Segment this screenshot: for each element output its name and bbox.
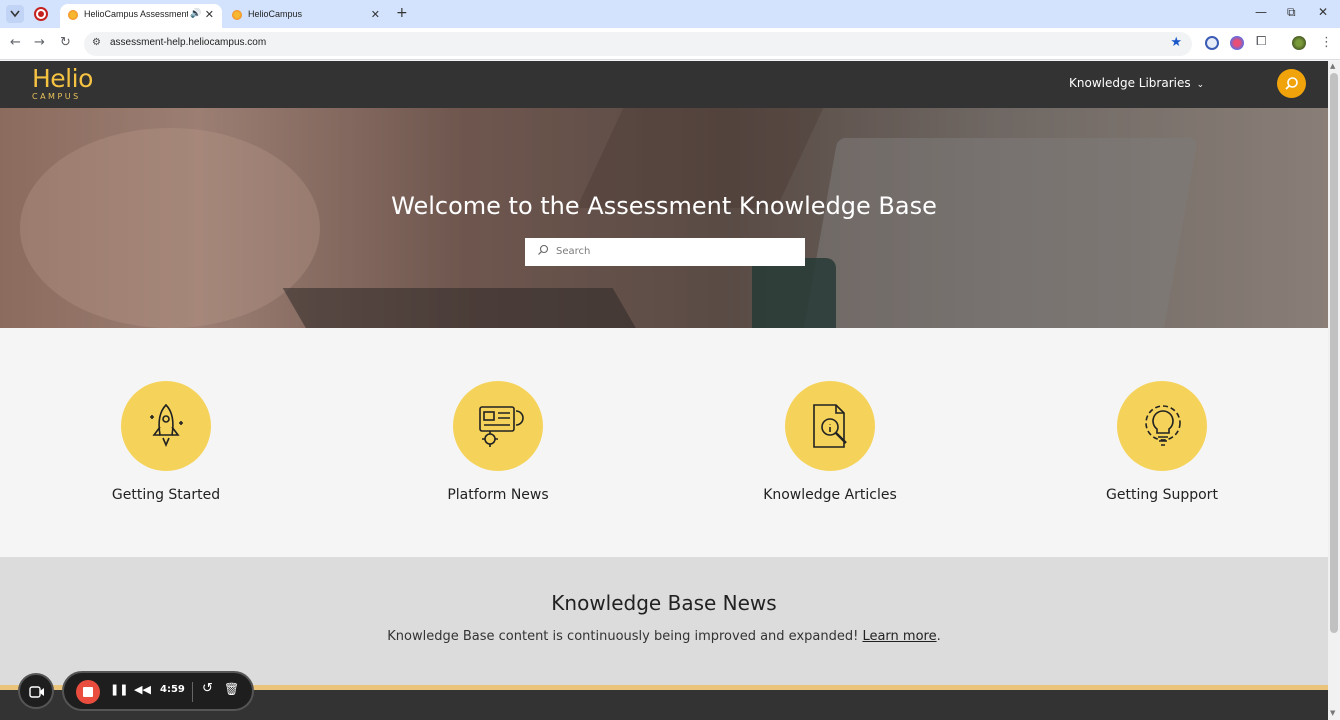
rocket-icon: [150, 403, 183, 448]
site-settings-icon[interactable]: ⚙: [92, 37, 101, 48]
minimize-button[interactable]: —: [1255, 5, 1267, 19]
tab-title: HelioCampus: [248, 9, 303, 19]
lightbulb-gear-icon: [1145, 405, 1181, 446]
trash-icon[interactable]: 🗑: [224, 682, 239, 696]
site-header: Helio CAMPUS Knowledge Libraries ⌄: [0, 61, 1328, 108]
hero-search-input[interactable]: Search: [525, 238, 805, 266]
heliocampus-logo[interactable]: Helio CAMPUS: [32, 64, 93, 102]
color-extension-icon[interactable]: [1230, 36, 1244, 50]
tab-close-icon[interactable]: ✕: [371, 8, 380, 21]
card-label: Platform News: [447, 487, 549, 503]
knowledge-base-news-section: Knowledge Base News Knowledge Base conte…: [0, 557, 1328, 685]
recorder-controls: ❚❚ ◀◀ 4:59 ↺ 🗑: [62, 671, 254, 711]
recorder-camera-button[interactable]: [18, 673, 54, 709]
knowledge-libraries-menu[interactable]: Knowledge Libraries ⌄: [1069, 76, 1204, 90]
tab-search-button[interactable]: [6, 5, 24, 23]
hero-banner: Welcome to the Assessment Knowledge Base…: [0, 108, 1328, 328]
browser-tab-strip: HelioCampus Assessment K 🔊 ✕ HelioCampus…: [0, 0, 1340, 28]
header-search-button[interactable]: [1277, 69, 1306, 98]
rewind-icon[interactable]: ◀◀: [134, 683, 151, 696]
bookmark-star-icon[interactable]: ★: [1170, 35, 1182, 50]
extensions-puzzle-icon[interactable]: ⧠: [1256, 34, 1266, 49]
tab-heliocampus-assessment[interactable]: HelioCampus Assessment K 🔊 ✕: [60, 4, 222, 28]
profile-avatar[interactable]: [1292, 36, 1306, 50]
document-magnifier-icon: [813, 404, 847, 448]
chevron-down-icon: ⌄: [1196, 80, 1205, 90]
news-gear-icon: [479, 406, 524, 447]
search-icon: [538, 244, 549, 255]
card-icon-circle: [785, 381, 875, 471]
card-platform-news[interactable]: Platform News: [398, 381, 598, 503]
page-scrollbar[interactable]: ▲ ▼: [1328, 61, 1340, 720]
omnibox[interactable]: ⚙ assessment-help.heliocampus.com ★: [84, 32, 1192, 56]
scrollbar-thumb[interactable]: [1330, 73, 1338, 633]
tab-title: HelioCampus Assessment K: [84, 9, 188, 19]
news-title: Knowledge Base News: [551, 591, 777, 615]
card-label: Knowledge Articles: [763, 487, 897, 503]
news-text: Knowledge Base content is continuously b…: [0, 629, 1328, 644]
scroll-down-arrow-icon[interactable]: ▼: [1330, 709, 1335, 717]
search-icon: [1285, 77, 1298, 90]
speaker-icon[interactable]: 🔊: [190, 9, 201, 19]
card-label: Getting Support: [1106, 487, 1218, 503]
video-camera-icon: [29, 686, 44, 698]
logo-text: Helio: [32, 64, 93, 93]
card-icon-circle: [453, 381, 543, 471]
new-tab-button[interactable]: +: [396, 5, 408, 21]
more-menu-icon[interactable]: ⋮: [1320, 35, 1333, 50]
address-toolbar: ← → ↻ ⚙ assessment-help.heliocampus.com …: [0, 28, 1340, 60]
card-icon-circle: [121, 381, 211, 471]
recorder-divider: [192, 682, 193, 702]
scroll-up-arrow-icon[interactable]: ▲: [1330, 62, 1335, 70]
back-arrow-icon[interactable]: ←: [10, 35, 21, 50]
chevron-down-icon: [10, 10, 20, 18]
reload-icon[interactable]: ↻: [60, 35, 71, 50]
window-close-button[interactable]: ✕: [1318, 5, 1328, 19]
recording-timer: 4:59: [160, 684, 185, 695]
heliocampus-favicon-icon: [232, 10, 242, 20]
knowledge-libraries-label: Knowledge Libraries: [1069, 76, 1191, 90]
password-manager-extension-icon[interactable]: [1205, 36, 1219, 50]
news-body: Knowledge Base content is continuously b…: [387, 629, 863, 644]
card-knowledge-articles[interactable]: Knowledge Articles: [730, 381, 930, 503]
card-icon-circle: [1117, 381, 1207, 471]
card-getting-support[interactable]: Getting Support: [1062, 381, 1262, 503]
forward-arrow-icon[interactable]: →: [34, 35, 45, 50]
card-label: Getting Started: [111, 487, 221, 503]
tab-heliocampus[interactable]: HelioCampus ✕: [224, 4, 388, 28]
restore-button[interactable]: ⧉: [1287, 5, 1296, 20]
feature-cards-section: Getting Started Platform News Knowledge …: [0, 328, 1328, 557]
recording-indicator-icon: [34, 7, 48, 21]
news-period: .: [936, 629, 941, 644]
pause-icon[interactable]: ❚❚: [110, 683, 128, 696]
restart-icon[interactable]: ↺: [202, 681, 213, 696]
search-placeholder: Search: [556, 246, 591, 257]
logo-subtext: CAMPUS: [32, 92, 81, 101]
stop-recording-button[interactable]: [76, 680, 100, 704]
card-getting-started[interactable]: Getting Started: [66, 381, 266, 503]
tab-close-icon[interactable]: ✕: [205, 8, 214, 21]
learn-more-link[interactable]: Learn more: [862, 629, 936, 644]
hero-title: Welcome to the Assessment Knowledge Base: [391, 192, 937, 220]
url-text[interactable]: assessment-help.heliocampus.com: [110, 37, 266, 48]
heliocampus-favicon-icon: [68, 10, 78, 20]
